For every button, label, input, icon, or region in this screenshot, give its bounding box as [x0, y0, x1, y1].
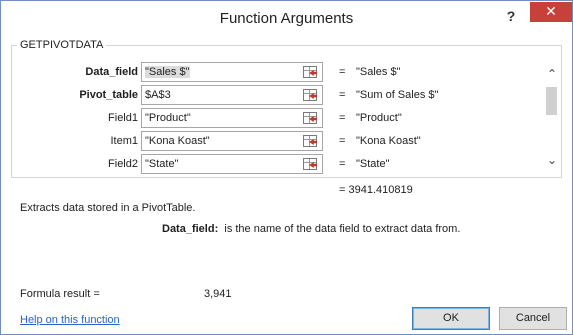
cancel-button[interactable]: Cancel — [499, 307, 567, 330]
argument-row-field1: Field1 "Product" = "Product" — [12, 108, 532, 128]
argument-value: "Sales $" — [145, 66, 190, 78]
parameter-name: Data_field: — [162, 223, 219, 235]
argument-result: "Product" — [356, 112, 402, 124]
scroll-down-icon[interactable]: ⌄ — [544, 154, 560, 166]
argument-result: "Kona Koast" — [356, 135, 421, 147]
function-name: GETPIVOTDATA — [17, 39, 107, 51]
scroll-up-icon[interactable]: ⌃ — [544, 68, 560, 80]
arguments-scrollbar[interactable]: ⌃ ⌄ — [544, 62, 560, 174]
argument-row-data-field: Data_field "Sales $" = "Sales $" — [12, 62, 532, 82]
argument-label: Field1 — [108, 112, 138, 124]
item1-input[interactable]: "Kona Koast" — [141, 131, 323, 151]
argument-result: "Sum of Sales $" — [356, 89, 439, 101]
collapse-dialog-icon[interactable] — [302, 156, 318, 172]
argument-row-pivot-table: Pivot_table $A$3 = "Sum of Sales $" — [12, 85, 532, 105]
dialog-title: Function Arguments — [219, 10, 354, 27]
scroll-thumb[interactable] — [546, 87, 557, 115]
formula-result-label: Formula result = — [20, 288, 100, 300]
argument-row-item1: Item1 "Kona Koast" = "Kona Koast" — [12, 131, 532, 151]
field2-input[interactable]: "State" — [141, 154, 323, 174]
close-button[interactable]: ✕ — [530, 2, 572, 22]
pivot-table-input[interactable]: $A$3 — [141, 85, 323, 105]
argument-row-field2: Field2 "State" = "State" — [12, 154, 532, 174]
field1-input[interactable]: "Product" — [141, 108, 323, 128]
equals-sign: = — [339, 158, 346, 170]
argument-result: "State" — [356, 158, 390, 170]
overall-result: = 3941.410819 — [339, 184, 413, 196]
collapse-dialog-icon[interactable] — [302, 133, 318, 149]
collapse-dialog-icon[interactable] — [302, 64, 318, 80]
equals-sign: = — [339, 135, 346, 147]
collapse-dialog-icon[interactable] — [302, 110, 318, 126]
argument-label: Pivot_table — [79, 89, 138, 101]
argument-label: Item1 — [110, 135, 138, 147]
help-icon[interactable]: ? — [501, 6, 521, 26]
argument-label: Data_field — [85, 66, 138, 78]
argument-result: "Sales $" — [356, 66, 401, 78]
title-bar: Function Arguments ? ✕ — [1, 1, 572, 37]
function-description: Extracts data stored in a PivotTable. — [20, 202, 196, 214]
parameter-help-text: is the name of the data field to extract… — [224, 223, 461, 235]
parameter-help: Data_field: is the name of the data fiel… — [162, 223, 460, 235]
arguments-group: GETPIVOTDATA Data_field "Sales $" = "Sal… — [11, 39, 562, 178]
ok-button[interactable]: OK — [412, 307, 490, 330]
equals-sign: = — [339, 66, 346, 78]
collapse-dialog-icon[interactable] — [302, 87, 318, 103]
help-on-function-link[interactable]: Help on this function — [20, 314, 120, 326]
argument-label: Field2 — [108, 158, 138, 170]
data-field-input[interactable]: "Sales $" — [141, 62, 323, 82]
formula-result-value: 3,941 — [204, 288, 232, 300]
function-arguments-dialog: Function Arguments ? ✕ GETPIVOTDATA Data… — [0, 0, 573, 335]
equals-sign: = — [339, 112, 346, 124]
equals-sign: = — [339, 89, 346, 101]
